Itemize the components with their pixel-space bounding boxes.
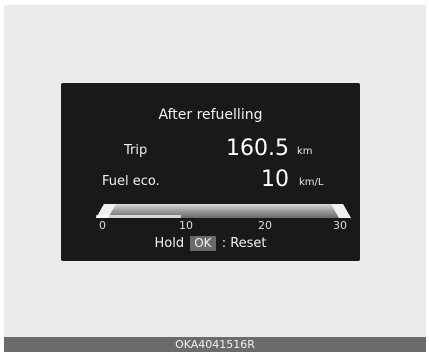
trip-unit: km xyxy=(297,146,313,157)
reset-text: : Reset xyxy=(221,236,267,251)
gauge-level xyxy=(96,215,181,218)
figure-code: OKA4041516R xyxy=(4,337,426,352)
trip-value: 160.5 xyxy=(226,136,289,161)
cluster-display: After refuelling Trip 160.5 km Fuel eco.… xyxy=(61,83,360,261)
display-title: After refuelling xyxy=(158,107,263,123)
trip-label: Trip xyxy=(124,143,148,158)
gauge-tick-20: 20 xyxy=(258,219,272,232)
fuel-eco-unit: km/L xyxy=(299,177,324,188)
fuel-eco-label: Fuel eco. xyxy=(102,174,160,189)
hold-text: Hold xyxy=(154,236,185,251)
gauge-tick-30: 30 xyxy=(333,219,347,232)
fuel-eco-value: 10 xyxy=(261,167,289,192)
ok-button[interactable]: OK xyxy=(190,236,216,251)
reset-instruction: Hold OK : Reset xyxy=(61,236,360,251)
gauge-tick-0: 0 xyxy=(99,219,106,232)
fuel-economy-gauge xyxy=(96,204,351,218)
gauge-tick-10: 10 xyxy=(179,219,193,232)
